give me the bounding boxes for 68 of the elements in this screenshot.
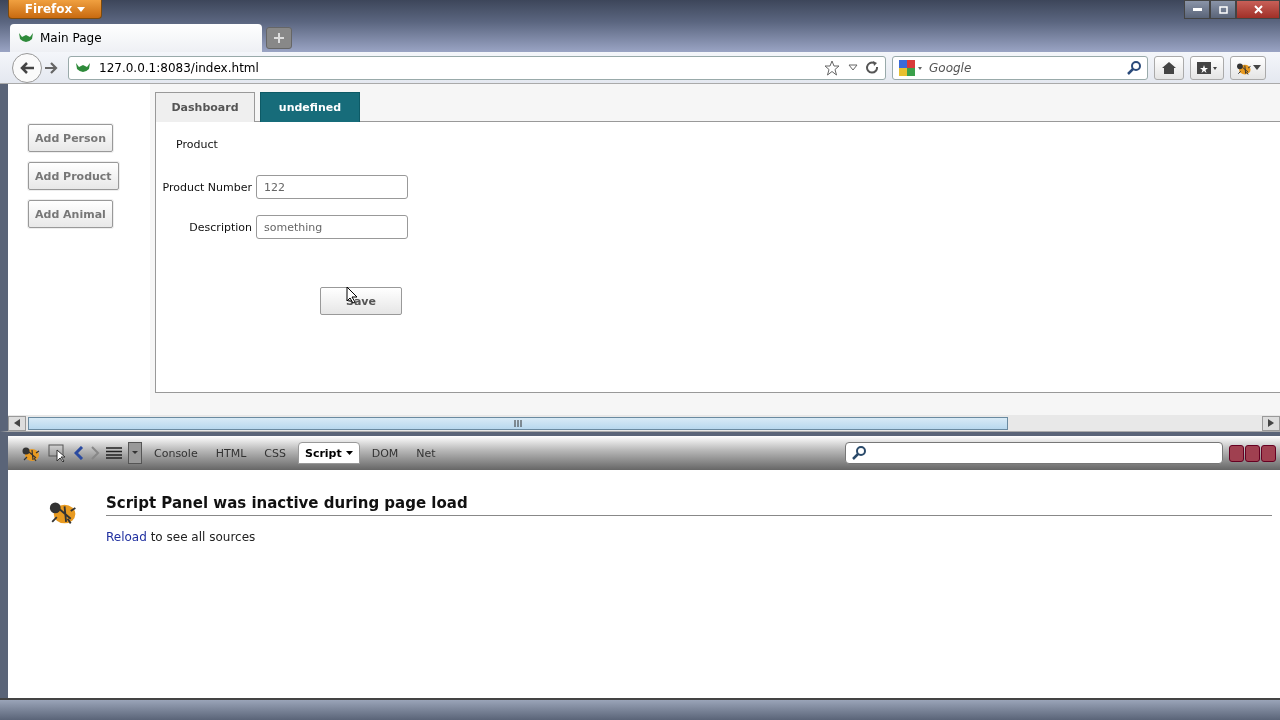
dropdown-icon[interactable] [848, 64, 858, 71]
field-label: Product Number [162, 180, 252, 194]
scrollbar-thumb[interactable] [28, 416, 1008, 430]
reload-link[interactable]: Reload [106, 530, 147, 544]
site-logo-icon [18, 32, 34, 44]
sidebar-button[interactable]: Add Product [28, 162, 119, 190]
home-button[interactable] [1154, 55, 1184, 80]
forward-arrow-icon [44, 61, 58, 74]
search-engine-icon[interactable] [899, 59, 923, 76]
close-icon [1253, 5, 1263, 14]
firebug-tab[interactable]: Net [410, 442, 442, 464]
firebug-tab[interactable]: Console [148, 442, 204, 464]
firebug-tab[interactable]: CSS [258, 442, 292, 464]
maximize-button[interactable] [1210, 0, 1236, 19]
bookmarks-icon [1196, 60, 1218, 75]
firebug-search-field[interactable] [845, 442, 1223, 464]
maximize-icon [1218, 5, 1228, 14]
back-chevron-icon [74, 446, 84, 460]
new-tab-button[interactable] [266, 27, 292, 49]
grip-icon [514, 419, 522, 427]
inspect-button[interactable] [48, 444, 68, 462]
browser-tab[interactable]: Main Page [10, 24, 262, 52]
plus-icon [274, 33, 284, 43]
input-field[interactable]: something [256, 215, 408, 239]
firebug-tab[interactable]: HTML [209, 442, 253, 464]
page-tab[interactable]: undefined [260, 92, 360, 122]
site-logo-icon [75, 61, 91, 74]
right-arrow-icon [1268, 419, 1274, 427]
input-field[interactable]: 122 [256, 175, 408, 199]
scroll-left-button[interactable] [8, 415, 26, 431]
field-label: Description [189, 220, 252, 234]
sidebar-button[interactable]: Add Animal [28, 200, 113, 228]
caret-icon [1253, 65, 1261, 70]
minimize-button[interactable] [1184, 0, 1210, 19]
list-icon [106, 447, 122, 459]
form-title: Product [176, 138, 219, 151]
minimize-button[interactable] [1229, 444, 1244, 462]
address-bar[interactable]: 127.0.0.1:8083/index.html [68, 55, 886, 80]
firebug-tab[interactable]: Script [297, 442, 360, 464]
home-icon [1161, 60, 1177, 75]
search-icon [852, 446, 866, 460]
back-button[interactable] [74, 446, 84, 460]
reload-message: Reload to see all sources [106, 530, 257, 544]
minimize-icon [1192, 8, 1202, 11]
left-arrow-icon [14, 419, 20, 427]
panel-heading: Script Panel was inactive during page load [106, 494, 1272, 516]
caret-icon [77, 6, 86, 12]
firebug-tab[interactable]: DOM [365, 442, 405, 464]
reload-icon[interactable] [866, 61, 879, 74]
back-button[interactable] [12, 52, 42, 83]
sidebar-button[interactable]: Add Person [28, 124, 113, 152]
back-arrow-icon [19, 60, 35, 75]
search-field[interactable]: Google [892, 55, 1148, 80]
bookmarks-button[interactable] [1190, 55, 1224, 80]
panel-list-button[interactable] [106, 447, 122, 459]
inspect-icon [48, 444, 68, 462]
dropdown-icon [128, 442, 142, 464]
firebug-button[interactable] [1230, 55, 1266, 80]
detach-button[interactable] [1245, 444, 1260, 462]
page-tab[interactable]: Dashboard [155, 92, 255, 122]
scroll-right-button[interactable] [1262, 415, 1280, 431]
tabs-menu-button[interactable] [128, 442, 142, 464]
close-button[interactable] [1236, 0, 1280, 19]
power-button[interactable] [1261, 444, 1276, 462]
star-icon[interactable] [824, 59, 840, 76]
forward-chevron-icon [90, 446, 100, 460]
caret-icon [345, 451, 353, 455]
search-icon[interactable] [1127, 60, 1141, 75]
